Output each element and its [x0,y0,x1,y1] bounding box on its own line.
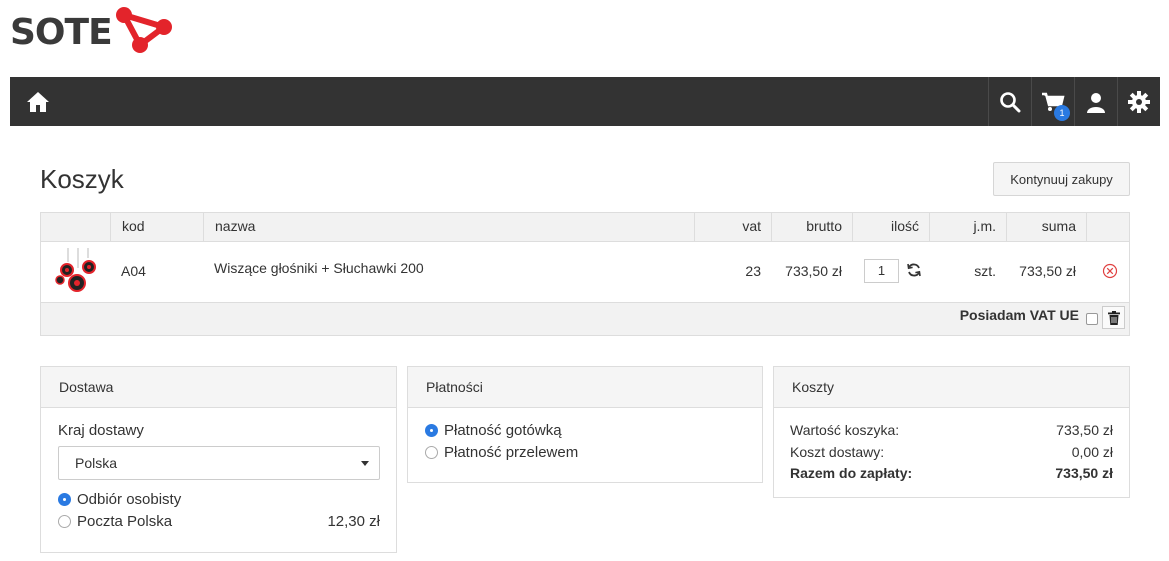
cart-table: kod nazwa vat brutto ilość j.m. suma A04… [40,212,1130,336]
vat-ue-checkbox[interactable] [1086,313,1098,325]
item-name[interactable]: Wiszące głośniki + Słuchawki 200 [214,260,424,276]
remove-item-icon[interactable] [1102,263,1118,279]
cart-value-label: Wartość koszyka: [790,422,900,438]
column-header-ilosc: ilość [852,213,929,241]
column-header-kod: kod [110,213,203,241]
logo-mark-icon [115,7,172,53]
shipping-cost-label: Koszt dostawy: [790,444,885,460]
column-header-actions [1086,213,1129,241]
column-header-suma: suma [1006,213,1086,241]
home-icon[interactable] [25,89,51,115]
radio-button[interactable] [425,446,438,459]
column-header-brutto: brutto [771,213,852,241]
country-select-value: Polska [75,455,118,471]
column-header-jm: j.m. [929,213,1006,241]
cart-button[interactable]: 1 [1031,77,1074,126]
quantity-input[interactable]: 1 [864,259,899,283]
account-button[interactable] [1074,77,1117,126]
costs-panel: Koszty Wartość koszyka: 733,50 zł Koszt … [773,366,1130,498]
trash-icon [1107,310,1120,325]
item-price: 733,50 zł [785,263,842,279]
delivery-option-post-price: 12,30 zł [327,513,380,530]
payment-option-cash[interactable]: Płatność gotówką [425,422,562,439]
shipping-cost-value: 0,00 zł [1071,444,1113,460]
cart-value: 733,50 zł [1056,422,1113,438]
delivery-option-post[interactable]: Poczta Polska [58,513,172,530]
top-navbar: 1 [10,77,1160,126]
payment-panel: Płatności Płatność gotówką Płatność prze… [407,366,763,483]
vat-ue-label: Posiadam VAT UE [959,307,1079,323]
item-total: 733,50 zł [1019,263,1076,279]
radio-button[interactable] [425,424,438,437]
payment-option-transfer[interactable]: Płatność przelewem [425,444,578,461]
user-icon [1087,92,1105,113]
costs-panel-title: Koszty [774,367,1129,408]
radio-button[interactable] [58,515,71,528]
cart-table-footer: Posiadam VAT UE [41,302,1129,335]
continue-shopping-button[interactable]: Kontynuuj zakupy [993,162,1130,196]
column-header-nazwa: nazwa [203,213,694,241]
clear-cart-button[interactable] [1102,306,1125,329]
item-vat: 23 [745,263,761,279]
delivery-option-pickup[interactable]: Odbiór osobisty [58,491,181,508]
chevron-down-icon [361,461,369,466]
refresh-icon[interactable] [906,262,922,278]
item-code: A04 [121,263,146,279]
table-row: A04 Wiszące głośniki + Słuchawki 200 23 … [41,242,1129,302]
cart-table-header: kod nazwa vat brutto ilość j.m. suma [41,213,1129,242]
page-title: Koszyk [40,164,124,194]
item-unit: szt. [974,263,996,279]
gear-icon [1128,90,1150,113]
search-icon [1000,91,1021,112]
logo[interactable]: SOTE [10,6,176,58]
delivery-panel: Dostawa Kraj dostawy Polska Odbiór osobi… [40,366,397,553]
cart-count-badge: 1 [1054,105,1070,121]
product-thumbnail[interactable] [53,248,99,296]
radio-button[interactable] [58,493,71,506]
settings-button[interactable] [1117,77,1160,126]
total-label: Razem do zapłaty: [790,465,913,481]
payment-panel-title: Płatności [408,367,762,408]
search-button[interactable] [988,77,1031,126]
logo-text: SOTE [10,11,113,53]
total-value: 733,50 zł [1055,465,1113,481]
column-header-vat: vat [694,213,771,241]
country-label: Kraj dostawy [58,422,144,439]
country-select[interactable]: Polska [58,446,380,480]
delivery-panel-title: Dostawa [41,367,396,408]
